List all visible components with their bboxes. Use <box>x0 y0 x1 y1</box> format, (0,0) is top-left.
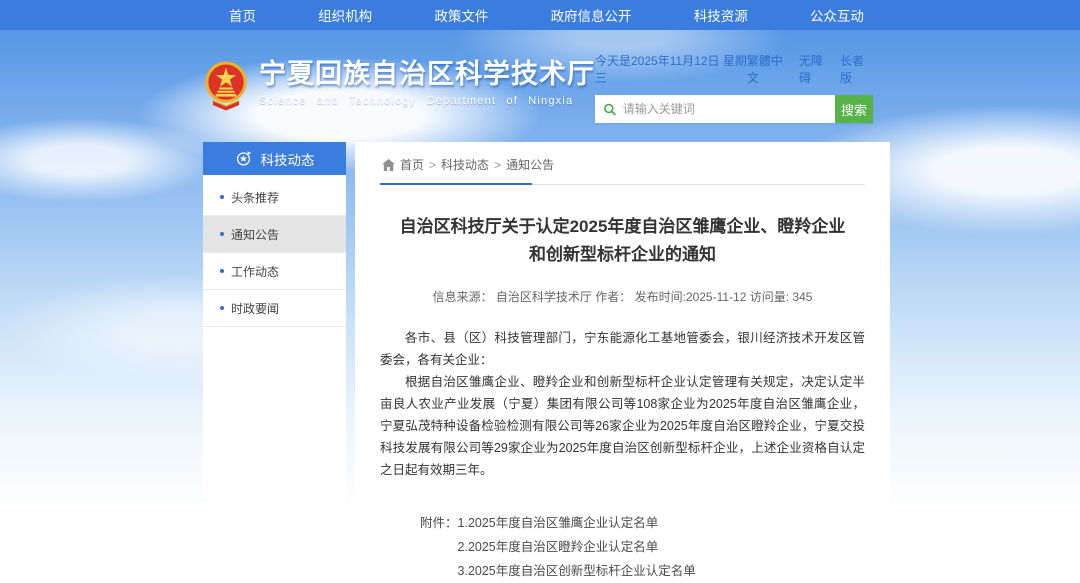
bullet-dot-icon <box>220 269 224 273</box>
article-title: 自治区科技厅关于认定2025年度自治区雏鹰企业、瞪羚企业 和创新型标杆企业的通知 <box>380 213 865 269</box>
article-paragraph: 各市、县（区）科技管理部门，宁东能源化工基地管委会，银川经济技术开发区管委会，各… <box>380 327 865 371</box>
sidebar-item-work-news[interactable]: 工作动态 <box>203 253 346 290</box>
attachment-link-2[interactable]: 2.2025年度自治区瞪羚企业认定名单 <box>458 535 696 559</box>
header-utilities: 今天是2025年11月12日 星期三 繁體中文 无障碍 长者版 搜索 <box>595 52 873 123</box>
sidebar-title: 科技动态 <box>261 149 315 169</box>
breadcrumb: 首页 > 科技动态 > 通知公告 <box>380 148 865 185</box>
sidebar-menu: 头条推荐 通知公告 工作动态 时政要闻 <box>203 175 346 513</box>
bullet-dot-icon <box>220 306 224 310</box>
sidebar: 科技动态 头条推荐 通知公告 工作动态 时政要闻 <box>203 142 346 513</box>
attachments-list: 1.2025年度自治区雏鹰企业认定名单 2.2025年度自治区瞪羚企业认定名单 … <box>458 511 696 583</box>
sidebar-header: 科技动态 <box>203 142 346 175</box>
nav-item-resources[interactable]: 科技资源 <box>694 5 748 25</box>
date-language-row: 今天是2025年11月12日 星期三 繁體中文 无障碍 长者版 <box>595 52 873 86</box>
article-meta: 信息来源： 自治区科学技术厅 作者： 发布时间:2025-11-12 访问量: … <box>380 288 865 305</box>
elderly-version-link[interactable]: 长者版 <box>840 52 873 86</box>
national-emblem-icon <box>203 58 249 114</box>
site-subtitle: Science and Technology Department of Nin… <box>259 95 595 107</box>
attachments-label: 附件： <box>420 511 458 583</box>
breadcrumb-separator: > <box>494 158 501 172</box>
current-date-text: 今天是2025年11月12日 星期三 <box>595 52 747 86</box>
tech-news-icon <box>235 150 252 167</box>
bullet-dot-icon <box>220 232 224 236</box>
site-title-block: 宁夏回族自治区科学技术厅 Science and Technology Depa… <box>259 58 595 107</box>
nav-item-gov-info[interactable]: 政府信息公开 <box>551 5 632 25</box>
main-panel: 首页 > 科技动态 > 通知公告 自治区科技厅关于认定2025年度自治区雏鹰企业… <box>355 142 890 513</box>
traditional-chinese-link[interactable]: 繁體中文 <box>747 52 791 86</box>
search-button[interactable]: 搜索 <box>835 95 873 123</box>
search-icon <box>603 102 617 117</box>
article-paragraph: 根据自治区雏鹰企业、瞪羚企业和创新型标杆企业认定管理有关规定，决定认定半亩良人农… <box>380 371 865 481</box>
top-navigation-items: 首页 组织机构 政策文件 政府信息公开 科技资源 公众互动 <box>203 0 890 30</box>
language-links: 繁體中文 无障碍 长者版 <box>747 52 873 86</box>
breadcrumb-separator: > <box>429 158 436 172</box>
article-title-line2: 和创新型标杆企业的通知 <box>380 241 865 269</box>
search-input[interactable] <box>623 102 827 116</box>
nav-item-home[interactable]: 首页 <box>229 5 256 25</box>
site-title: 宁夏回族自治区科学技术厅 <box>259 58 595 90</box>
article-body: 各市、县（区）科技管理部门，宁东能源化工基地管委会，银川经济技术开发区管委会，各… <box>380 327 865 481</box>
breadcrumb-tech-news[interactable]: 科技动态 <box>441 156 489 173</box>
attachment-link-1[interactable]: 1.2025年度自治区雏鹰企业认定名单 <box>458 511 696 535</box>
article-title-line1: 自治区科技厅关于认定2025年度自治区雏鹰企业、瞪羚企业 <box>380 213 865 241</box>
sidebar-item-headlines[interactable]: 头条推荐 <box>203 179 346 216</box>
sidebar-item-label: 工作动态 <box>231 263 279 280</box>
site-logo[interactable]: 宁夏回族自治区科学技术厅 Science and Technology Depa… <box>203 58 595 114</box>
sidebar-item-notices[interactable]: 通知公告 <box>203 216 346 253</box>
nav-item-interaction[interactable]: 公众互动 <box>810 5 864 25</box>
top-navigation-bar: 首页 组织机构 政策文件 政府信息公开 科技资源 公众互动 <box>0 0 1080 30</box>
search-bar: 搜索 <box>595 95 873 123</box>
nav-item-organization[interactable]: 组织机构 <box>318 5 372 25</box>
breadcrumb-home[interactable]: 首页 <box>400 156 424 173</box>
home-icon <box>382 159 395 171</box>
search-input-wrapper <box>595 95 835 123</box>
breadcrumb-notices[interactable]: 通知公告 <box>506 156 554 173</box>
sidebar-item-label: 通知公告 <box>231 226 279 243</box>
attachments-section: 附件： 1.2025年度自治区雏鹰企业认定名单 2.2025年度自治区瞪羚企业认… <box>380 511 865 583</box>
attachment-link-3[interactable]: 3.2025年度自治区创新型标杆企业认定名单 <box>458 559 696 583</box>
accessibility-link[interactable]: 无障碍 <box>799 52 832 86</box>
sidebar-item-label: 头条推荐 <box>231 189 279 206</box>
sidebar-item-politics-news[interactable]: 时政要闻 <box>203 290 346 327</box>
bullet-dot-icon <box>220 195 224 199</box>
content-area: 科技动态 头条推荐 通知公告 工作动态 时政要闻 <box>203 142 890 513</box>
nav-item-policy[interactable]: 政策文件 <box>434 5 488 25</box>
sidebar-item-label: 时政要闻 <box>231 300 279 317</box>
